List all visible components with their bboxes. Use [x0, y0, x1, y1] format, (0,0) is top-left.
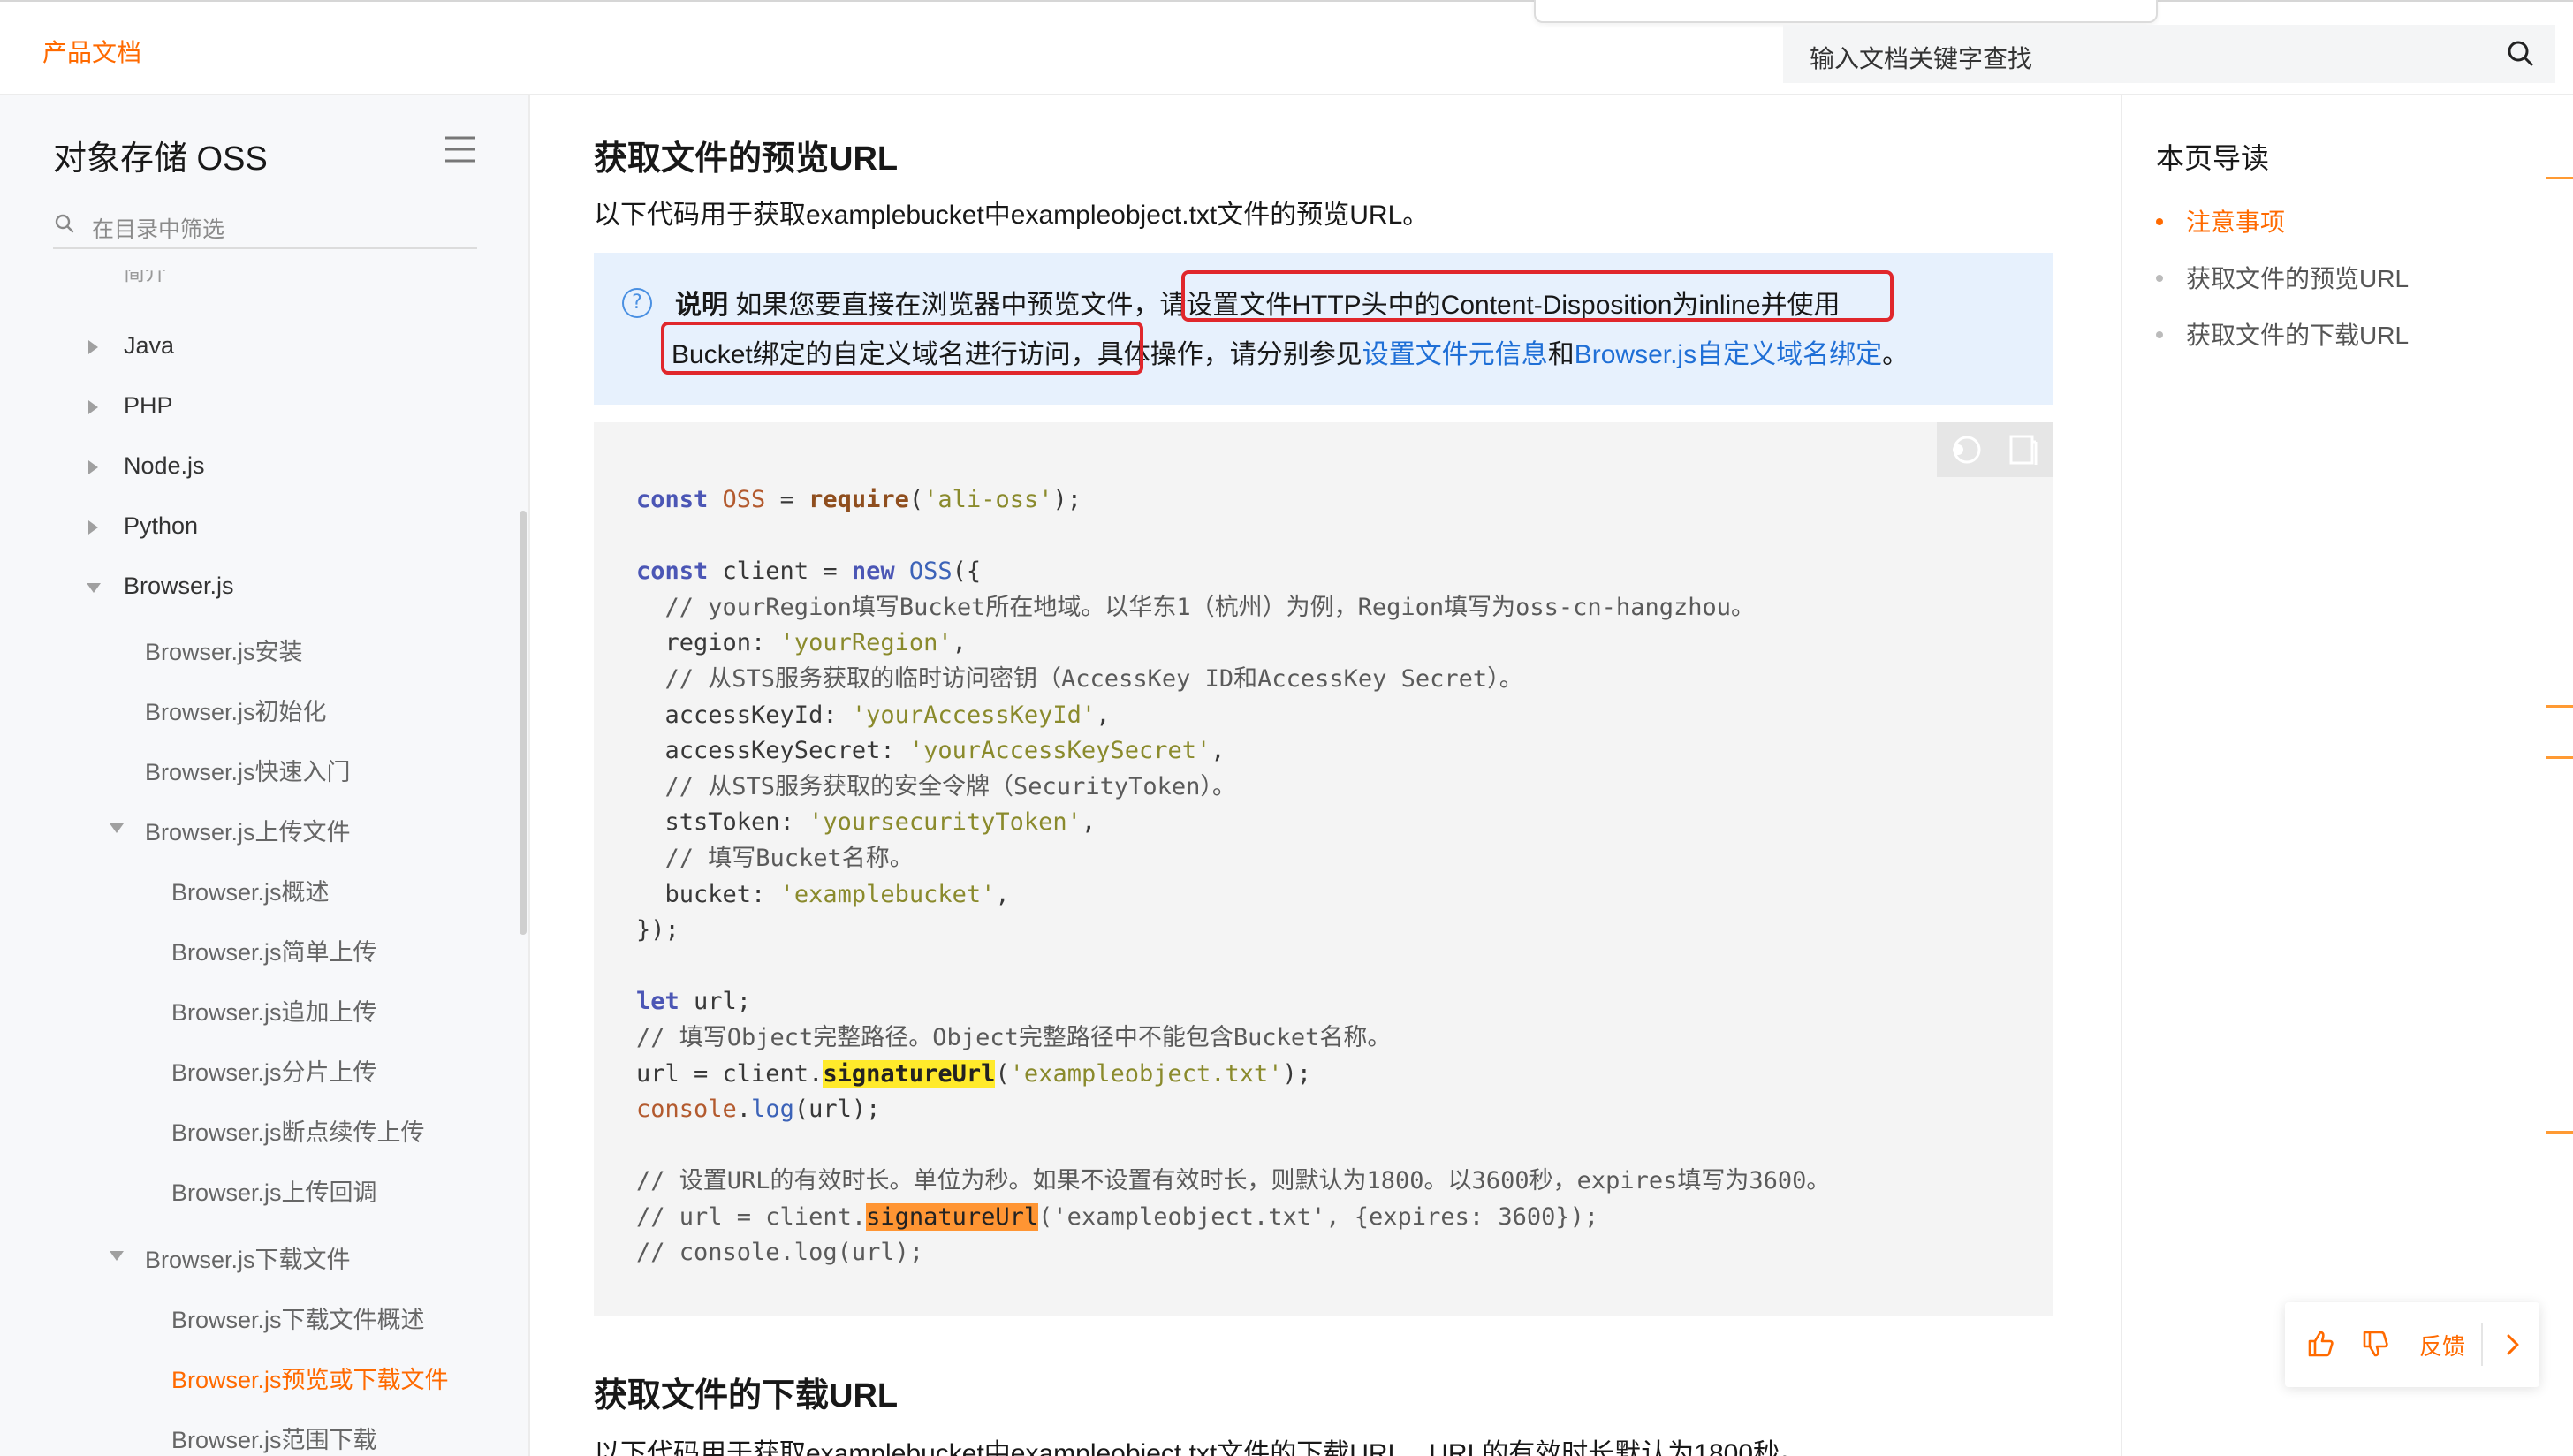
brand-link[interactable]: 产品文档: [42, 34, 141, 69]
collapsed-arrow-icon[interactable]: [88, 520, 98, 535]
sidebar-item-python[interactable]: Python: [124, 512, 198, 540]
expanded-arrow-icon[interactable]: [87, 583, 101, 593]
sidebar-item-simple-upload[interactable]: Browser.js简单上传: [171, 933, 377, 967]
toc-item-preview-url[interactable]: 获取文件的预览URL: [2156, 260, 2409, 295]
menu-icon[interactable]: [444, 134, 477, 164]
note-text-a: 如果您要直接在浏览器中预览文件，: [735, 291, 1160, 320]
sidebar-item-upload-callback[interactable]: Browser.js上传回调: [171, 1173, 377, 1208]
section-title-preview-url: 获取文件的预览URL: [594, 140, 899, 178]
sidebar-item-java[interactable]: Java: [124, 332, 174, 360]
code-toolbar: [1937, 422, 2053, 477]
scroll-marker: [2546, 705, 2573, 708]
main-content: 获取文件的预览URL 以下代码用于获取examplebucket中example…: [532, 95, 2119, 1456]
note-text-f: 。: [1882, 340, 1909, 369]
sidebar-item-multipart-upload[interactable]: Browser.js分片上传: [171, 1053, 377, 1088]
sidebar-item-nodejs[interactable]: Node.js: [124, 452, 205, 480]
collapsed-arrow-icon[interactable]: [88, 340, 98, 354]
link-browserjs-custom-domain[interactable]: Browser.js自定义域名绑定: [1575, 340, 1882, 369]
link-set-object-meta[interactable]: 设置文件元信息: [1362, 340, 1548, 369]
page-toc: 本页导读 注意事项 获取文件的预览URL 获取文件的下载URL: [2121, 95, 2573, 1456]
note-label: 说明: [675, 291, 728, 320]
sidebar-item-browserjs[interactable]: Browser.js: [124, 573, 234, 600]
question-circle-icon: ?: [622, 288, 652, 318]
feedback-button[interactable]: 反馈: [2419, 1329, 2465, 1361]
top-header: 产品文档 输入文档关键字查找: [0, 0, 2573, 95]
toc-bullet: [2156, 217, 2163, 225]
code-block: const OSS = require('ali-oss'); const cl…: [594, 422, 2053, 1316]
sidebar-scrollbar[interactable]: [520, 511, 527, 935]
annotation-highlight-box: [1181, 270, 1894, 322]
toc-bullet: [2156, 330, 2163, 338]
section-desc-download: 以下代码用于获取examplebucket中exampleobject.txt文…: [594, 1439, 1807, 1456]
section-desc-preview: 以下代码用于获取examplebucket中exampleobject.txt文…: [594, 201, 1430, 230]
sidebar-item-append-upload[interactable]: Browser.js追加上传: [171, 993, 377, 1028]
theme-toggle-icon[interactable]: [1947, 433, 1983, 466]
expanded-arrow-icon[interactable]: [110, 1251, 124, 1261]
sidebar-item-resumable-upload[interactable]: Browser.js断点续传上传: [171, 1113, 425, 1148]
search-box[interactable]: 输入文档关键字查找: [1783, 25, 2555, 83]
sidebar-item-clipped[interactable]: 简介: [124, 270, 166, 283]
sidebar-item-php[interactable]: PHP: [124, 392, 173, 420]
note-callout: ? 说明 如果您要直接在浏览器中预览文件，请设置文件HTTP头中的Content…: [594, 253, 2053, 405]
sidebar-filter-input[interactable]: 在目录中筛选: [92, 212, 224, 244]
sidebar-item-browserjs-quickstart[interactable]: Browser.js快速入门: [145, 753, 351, 787]
thumbs-down-icon[interactable]: [2359, 1327, 2393, 1361]
toc-title: 本页导读: [2156, 142, 2270, 174]
floating-panel-edge: [1534, 0, 2158, 23]
sidebar-item-upload-overview[interactable]: Browser.js概述: [171, 873, 330, 907]
sidebar-item-browserjs-upload[interactable]: Browser.js上传文件: [145, 813, 351, 847]
sidebar-item-range-download[interactable]: Browser.js范围下载: [171, 1421, 377, 1455]
chevron-right-icon[interactable]: [2502, 1332, 2524, 1357]
feedback-divider: [2481, 1323, 2483, 1366]
thumbs-up-icon[interactable]: [2304, 1327, 2338, 1361]
scroll-marker: [2546, 756, 2573, 759]
toc-bullet: [2156, 274, 2163, 282]
toc-item-label: 注意事项: [2186, 209, 2286, 236]
toc-item-notes[interactable]: 注意事项: [2156, 203, 2285, 239]
sidebar-item-browserjs-download[interactable]: Browser.js下载文件: [145, 1240, 351, 1275]
sidebar-item-browserjs-init[interactable]: Browser.js初始化: [145, 693, 327, 727]
search-input[interactable]: 输入文档关键字查找: [1810, 40, 2032, 75]
sidebar-filter[interactable]: 在目录中筛选: [53, 200, 477, 249]
scroll-marker: [2546, 177, 2573, 179]
sidebar-item-preview-download[interactable]: Browser.js预览或下载文件: [171, 1361, 449, 1395]
search-icon[interactable]: [2504, 37, 2536, 69]
sidebar-title: 对象存储 OSS: [53, 140, 268, 178]
code-content: const OSS = require('ali-oss'); const cl…: [636, 486, 1831, 1267]
feedback-widget: 反馈: [2285, 1302, 2539, 1387]
copy-icon[interactable]: [2008, 433, 2039, 466]
section-title-download-url: 获取文件的下载URL: [594, 1377, 899, 1414]
collapsed-arrow-icon[interactable]: [88, 400, 98, 414]
sidebar-item-download-overview[interactable]: Browser.js下载文件概述: [171, 1301, 425, 1335]
annotation-highlight-box: [661, 322, 1143, 375]
note-text-e: 和: [1547, 340, 1575, 369]
scroll-marker: [2546, 1131, 2573, 1134]
toc-item-label: 获取文件的下载URL: [2186, 322, 2410, 349]
sidebar-item-browserjs-install[interactable]: Browser.js安装: [145, 633, 303, 667]
sidebar: 对象存储 OSS 在目录中筛选 简介 Java PHP Node.js Pyth…: [0, 95, 530, 1456]
filter-search-icon: [55, 214, 74, 233]
collapsed-arrow-icon[interactable]: [88, 460, 98, 474]
toc-item-label: 获取文件的预览URL: [2186, 265, 2410, 292]
expanded-arrow-icon[interactable]: [110, 823, 124, 833]
toc-item-download-url[interactable]: 获取文件的下载URL: [2156, 316, 2409, 352]
